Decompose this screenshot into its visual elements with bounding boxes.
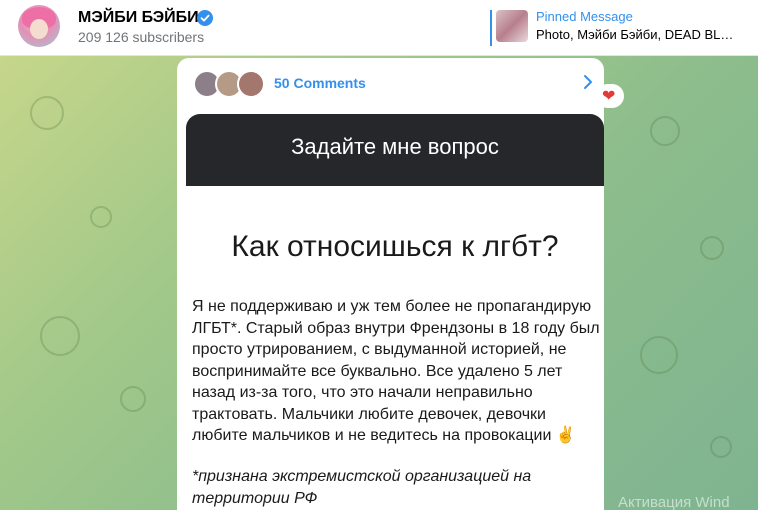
comments-count: 50 Comments [274,75,366,91]
heart-icon: ❤ [602,88,616,105]
channel-avatar[interactable] [18,5,60,47]
story-footnote: *признана экстремистской организацией на… [192,468,532,507]
pinned-indicator [490,10,492,46]
pinned-title: Pinned Message [536,9,633,24]
channel-name[interactable]: МЭЙБИ БЭЙБИ [78,9,199,27]
story-question: Как относишься к лгбт? [231,230,559,263]
pinned-thumbnail [496,10,528,42]
channel-header: МЭЙБИ БЭЙБИ 209 126 subscribers Pinned M… [0,0,758,56]
pinned-preview: Photo, Мэйби Бэйби, DEAD BL… [536,27,734,42]
story-header: Задайте мне вопрос [186,114,604,186]
pinned-message[interactable]: Pinned Message Photo, Мэйби Бэйби, DEAD … [490,8,750,48]
commenter-avatar [237,70,265,98]
subscriber-count: 209 126 subscribers [78,29,205,45]
chevron-right-icon [584,75,592,89]
story-image[interactable]: Задайте мне вопрос Как относишься к лгбт… [186,114,604,510]
comments-button[interactable]: 50 Comments [177,58,604,102]
story-answer: Я не поддерживаю и уж тем более не пропа… [192,298,600,444]
activation-watermark: Активация Wind [618,494,730,510]
story-header-title: Задайте мне вопрос [291,134,499,159]
reaction-button[interactable]: ❤ [596,84,624,108]
verified-check-icon [197,10,213,26]
